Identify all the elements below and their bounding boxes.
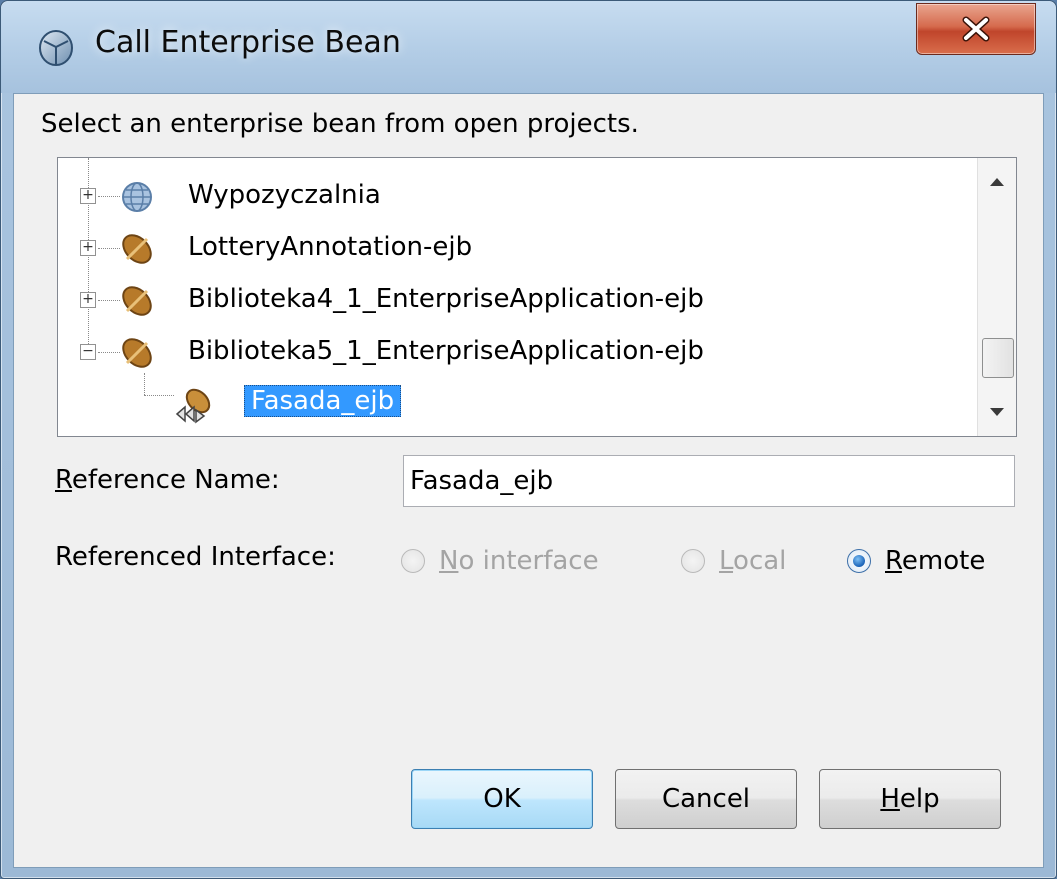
- bean-icon: [122, 286, 152, 316]
- tree-node-lotteryannotation[interactable]: + LotteryAnnotation-ejb: [58, 224, 958, 276]
- help-button[interactable]: Help: [819, 769, 1001, 829]
- web-globe-icon: [122, 182, 152, 212]
- tree-node-wypozyczalnia[interactable]: + Wypozyczalnia: [58, 172, 958, 224]
- radio-local-label: Local: [719, 546, 787, 576]
- tree-node-label: Biblioteka5_1_EnterpriseApplication-ejb: [188, 336, 704, 366]
- radio-remote[interactable]: Remote: [847, 541, 985, 581]
- tree-node-fasada-ejb[interactable]: Fasada_ejb: [58, 380, 958, 432]
- bean-cube-icon: [39, 30, 73, 66]
- ok-button[interactable]: OK: [411, 769, 593, 829]
- expand-icon[interactable]: +: [80, 292, 96, 308]
- scroll-up-button[interactable]: [978, 162, 1016, 202]
- dialog-window: Call Enterprise Bean Select an enterpris…: [0, 0, 1057, 879]
- radio-no-interface-button[interactable]: [401, 549, 425, 573]
- reference-name-label: Reference Name:: [55, 465, 280, 495]
- tree-node-label: Wypozyczalnia: [188, 180, 381, 210]
- title-bar[interactable]: Call Enterprise Bean: [1, 1, 1056, 93]
- bean-icon: [122, 234, 152, 264]
- referenced-interface-label: Referenced Interface:: [55, 542, 336, 572]
- reference-name-input[interactable]: [403, 455, 1015, 507]
- radio-local-button[interactable]: [681, 549, 705, 573]
- session-bean-icon: [175, 388, 211, 424]
- selected-bean-label[interactable]: Fasada_ejb: [244, 385, 402, 417]
- radio-no-interface[interactable]: No interface: [401, 541, 599, 581]
- expand-icon[interactable]: +: [80, 188, 96, 204]
- arrow-up-icon: [990, 178, 1004, 186]
- radio-remote-label: Remote: [885, 546, 986, 576]
- collapse-icon[interactable]: −: [80, 344, 96, 360]
- tree-node-label: Biblioteka4_1_EnterpriseApplication-ejb: [188, 284, 704, 314]
- close-button[interactable]: [916, 3, 1036, 55]
- scroll-thumb[interactable]: [982, 338, 1014, 378]
- tree-scrollbar[interactable]: [977, 158, 1016, 436]
- bean-icon: [122, 338, 152, 368]
- radio-no-interface-label: No interface: [439, 546, 599, 576]
- tree-node-label: LotteryAnnotation-ejb: [188, 232, 473, 262]
- cancel-button[interactable]: Cancel: [615, 769, 797, 829]
- radio-remote-button[interactable]: [847, 549, 871, 573]
- scroll-down-button[interactable]: [978, 392, 1016, 432]
- tree-node-biblioteka4[interactable]: + Biblioteka4_1_EnterpriseApplication-ej…: [58, 276, 958, 328]
- expand-icon[interactable]: +: [80, 240, 96, 256]
- close-icon: [962, 16, 990, 42]
- instruction-text: Select an enterprise bean from open proj…: [41, 109, 639, 139]
- window-title: Call Enterprise Bean: [95, 25, 401, 60]
- tree-node-biblioteka5[interactable]: − Biblioteka5_1_EnterpriseApplication-ej…: [58, 328, 958, 380]
- radio-local[interactable]: Local: [681, 541, 786, 581]
- arrow-down-icon: [990, 408, 1004, 416]
- project-tree[interactable]: + Wypozyczalnia + LotteryAnnotation-ejb …: [57, 157, 1017, 437]
